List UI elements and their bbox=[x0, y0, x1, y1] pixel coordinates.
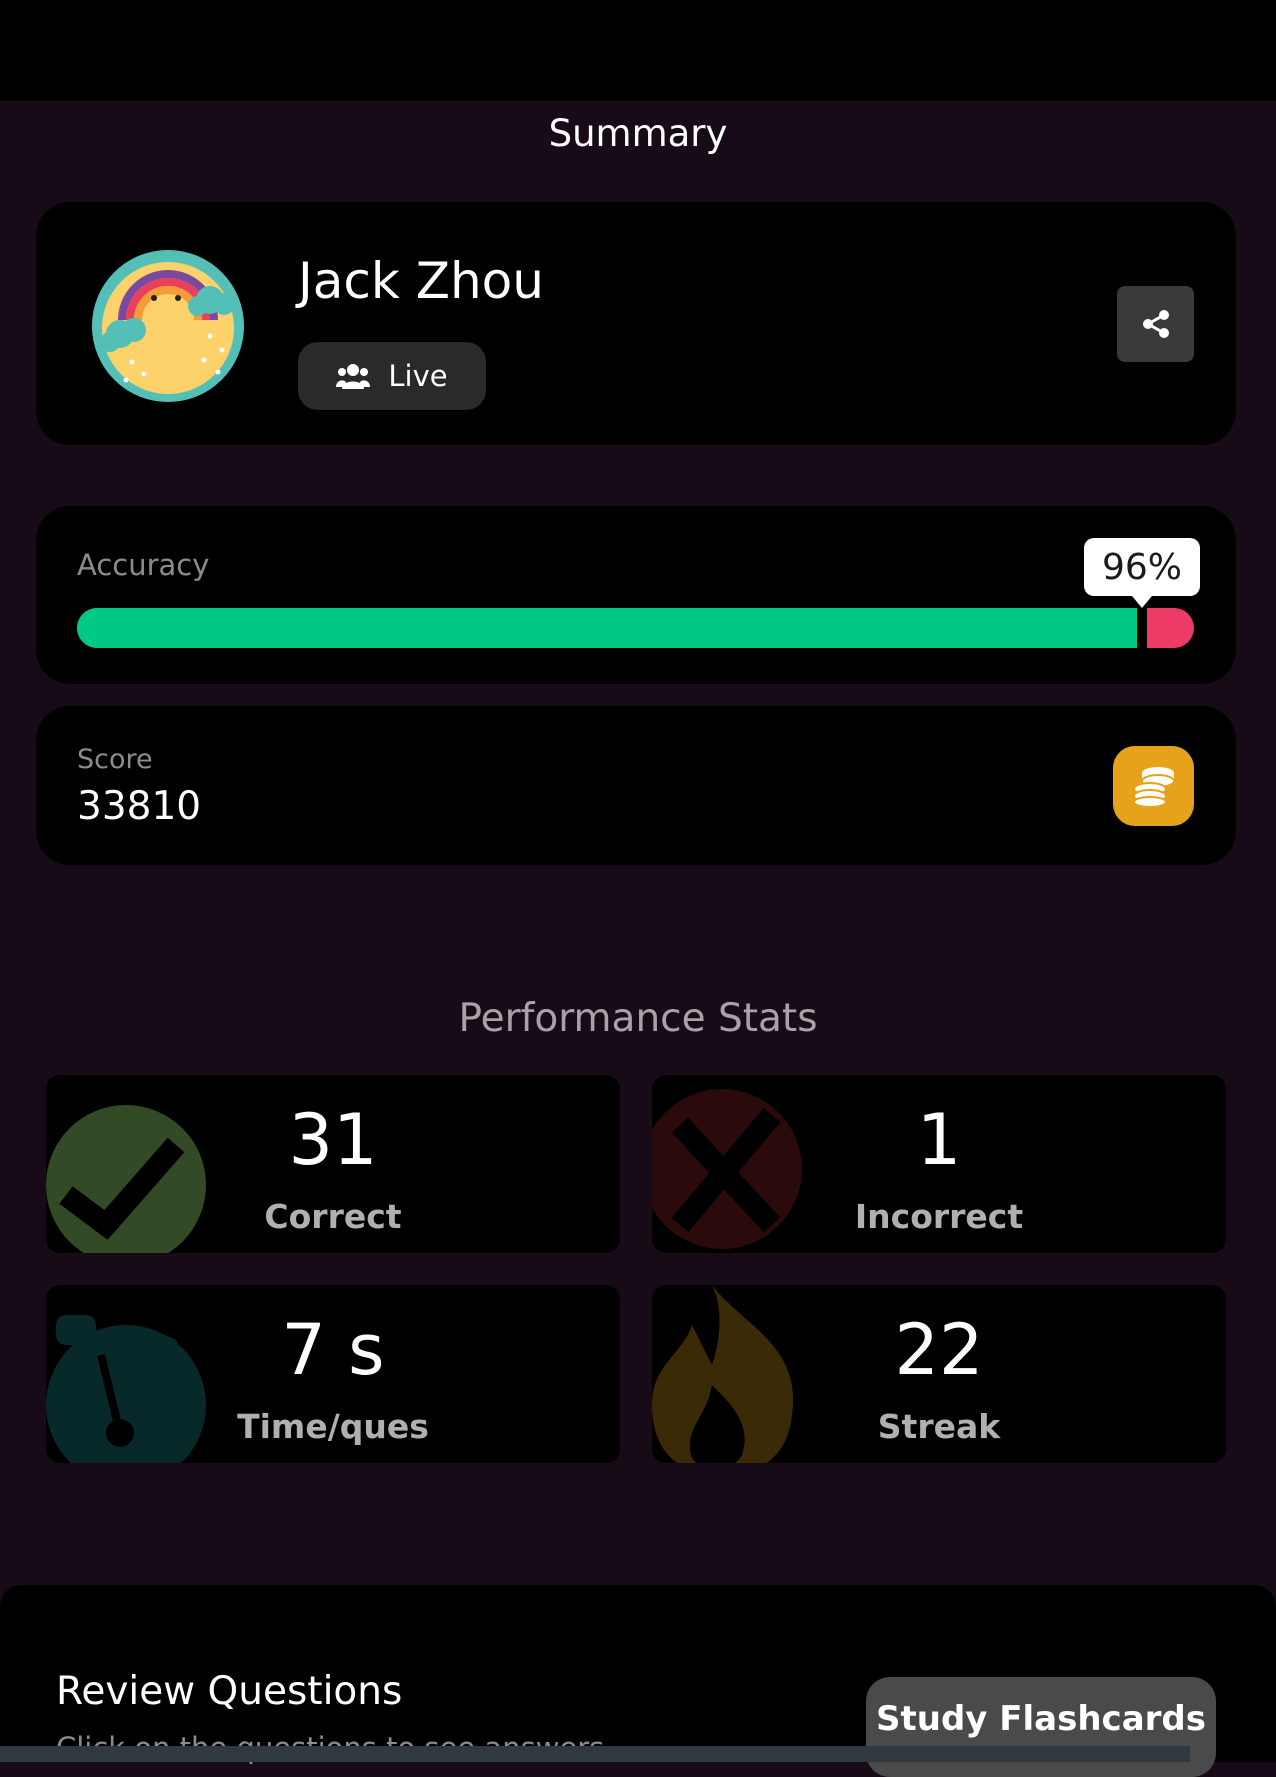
stat-time-label: Time/ques bbox=[237, 1407, 429, 1446]
review-title: Review Questions bbox=[56, 1669, 403, 1714]
page-title: Summary bbox=[548, 112, 728, 155]
stat-time-value: 7 s bbox=[281, 1309, 385, 1391]
stat-correct-label: Correct bbox=[264, 1197, 402, 1236]
stat-streak-label: Streak bbox=[877, 1407, 1001, 1446]
share-button[interactable] bbox=[1117, 286, 1194, 362]
player-name: Jack Zhou bbox=[298, 252, 544, 310]
accuracy-label: Accuracy bbox=[77, 548, 210, 582]
review-section: Review Questions Click on the questions … bbox=[0, 1585, 1276, 1777]
top-bar bbox=[0, 0, 1276, 101]
rainbow-sun-avatar-icon bbox=[92, 250, 244, 402]
stat-time-per-question: 7 s Time/ques bbox=[46, 1285, 620, 1463]
performance-stats-title: Performance Stats bbox=[458, 996, 818, 1041]
stat-incorrect: 1 Incorrect bbox=[652, 1075, 1226, 1253]
coins-icon bbox=[1132, 767, 1175, 807]
score-card: Score 33810 bbox=[36, 706, 1236, 865]
live-mode-chip: Live bbox=[298, 342, 486, 410]
bottom-strip bbox=[0, 1746, 1190, 1762]
accuracy-bar-correct bbox=[77, 608, 1137, 648]
accuracy-card: Accuracy 96% bbox=[36, 506, 1236, 684]
accuracy-value-bubble: 96% bbox=[1084, 538, 1200, 608]
stat-streak-value: 22 bbox=[894, 1309, 984, 1391]
stat-streak: 22 Streak bbox=[652, 1285, 1226, 1463]
stat-correct-value: 31 bbox=[288, 1099, 378, 1181]
score-value: 33810 bbox=[77, 784, 202, 829]
accuracy-bar bbox=[77, 608, 1194, 648]
score-label: Score bbox=[77, 744, 153, 775]
coins-badge bbox=[1113, 746, 1194, 826]
share-icon bbox=[1142, 310, 1169, 338]
stat-incorrect-value: 1 bbox=[916, 1099, 962, 1181]
study-flashcards-button[interactable]: Study Flashcards bbox=[866, 1677, 1216, 1777]
users-icon bbox=[336, 364, 371, 389]
stat-incorrect-label: Incorrect bbox=[854, 1197, 1024, 1236]
stat-correct: 31 Correct bbox=[46, 1075, 620, 1253]
accuracy-bar-divider bbox=[1137, 608, 1147, 648]
avatar bbox=[92, 250, 244, 402]
profile-card: Jack Zhou Live bbox=[36, 202, 1236, 445]
mode-label: Live bbox=[388, 359, 448, 393]
